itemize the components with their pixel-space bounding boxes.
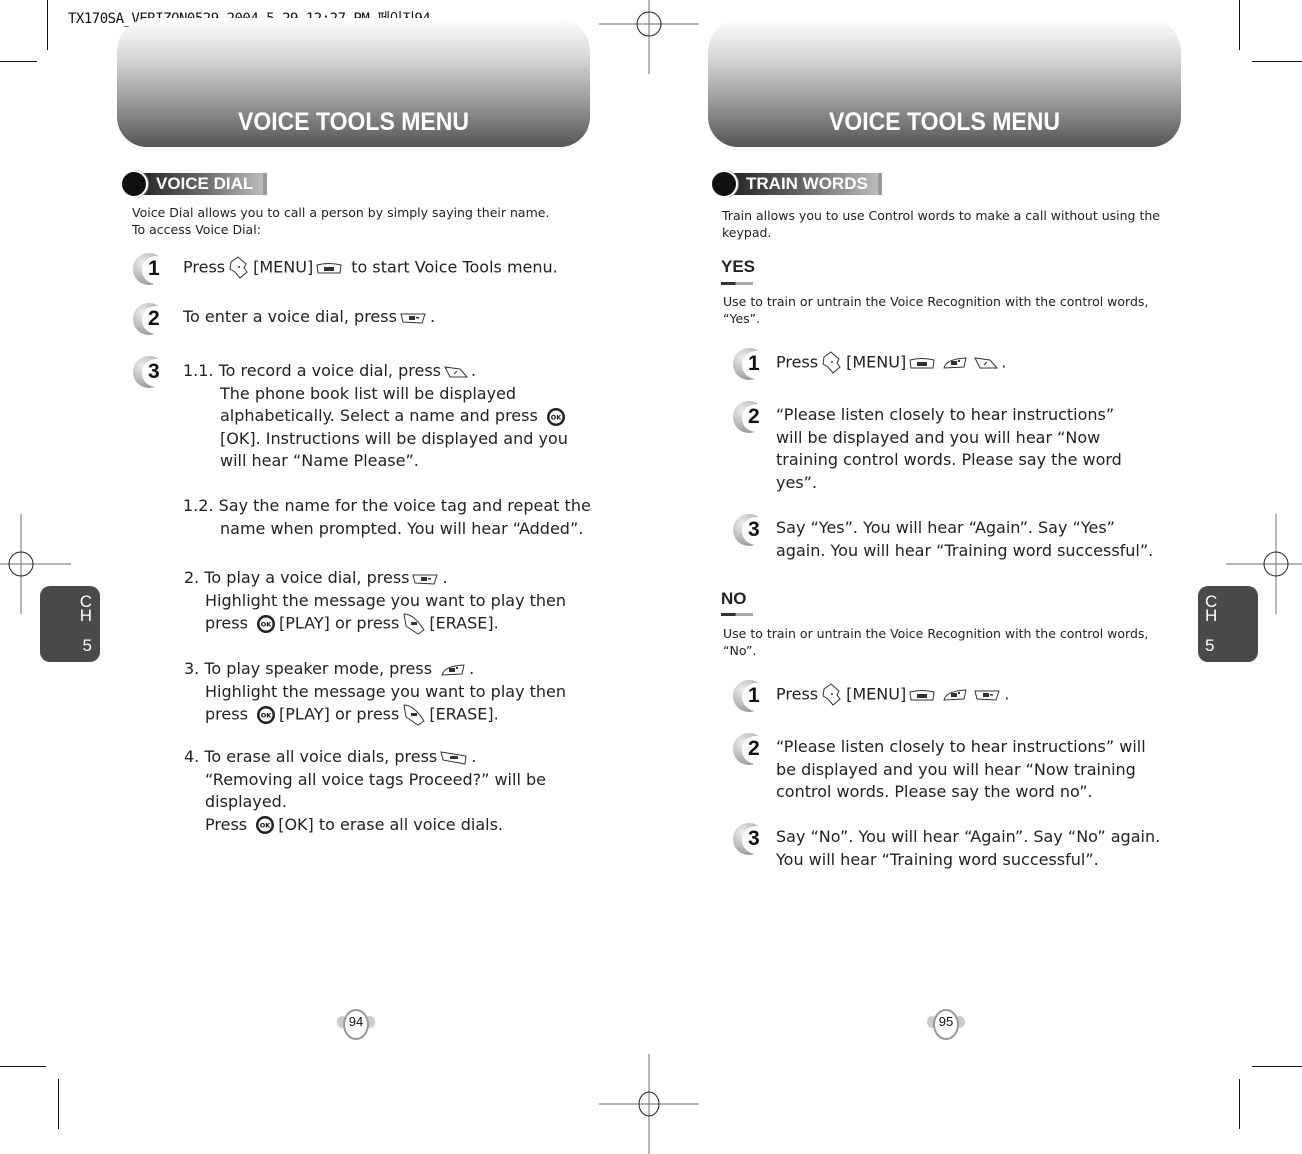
step-3: 3 — [133, 356, 170, 390]
menu-label: [MENU] — [253, 257, 314, 277]
step-number-badge: 2 — [133, 303, 170, 337]
step-2: 2 To enter a voice dial, press. — [133, 303, 435, 337]
yes-step-1: 1 Press [MENU]. — [733, 348, 1006, 382]
right-header-title: VOICE TOOLS MENU — [829, 108, 1060, 136]
clear-key-icon — [403, 613, 425, 635]
subheading-underline — [721, 613, 753, 616]
chapter-tab-left: C H 5 — [40, 586, 100, 662]
number-2-key-icon — [412, 574, 438, 584]
navigation-key-icon — [822, 351, 841, 374]
item-speaker-mode: 3. To play speaker mode, press . Highlig… — [184, 658, 624, 727]
number-2-key-icon — [400, 313, 426, 323]
no-step-3: 3 Say “No”. You will hear “Again”. Say “… — [733, 823, 1160, 871]
left-soft-key-icon — [316, 262, 342, 273]
registration-mark-bottom — [599, 1054, 699, 1154]
intro-line: To access Voice Dial: — [132, 222, 261, 237]
number-1-key-icon — [444, 366, 468, 377]
bullet-dot-icon — [120, 170, 148, 198]
no-step-1: 1 Press [MENU]. — [733, 680, 1009, 714]
step-number-badge: 1 — [733, 348, 770, 382]
navigation-key-icon — [229, 256, 248, 279]
step-number-badge: 1 — [733, 680, 770, 714]
number-1-key-icon — [974, 357, 998, 369]
no-step-2: 2 “Please listen closely to hear instruc… — [733, 733, 1146, 804]
section-tag-train-words: TRAIN WORDS — [710, 170, 882, 198]
yes-step-2: 2 “Please listen closely to hear instruc… — [733, 401, 1122, 494]
page-number-right: 95 — [925, 1008, 965, 1040]
step-text: To enter a voice dial, press — [183, 307, 397, 326]
subheading-underline — [721, 282, 753, 285]
subheading-no: NO — [721, 589, 747, 608]
step-number-badge: 3 — [733, 823, 770, 857]
left-header-title: VOICE TOOLS MENU — [238, 108, 469, 136]
item-play-voice-dial: 2. To play a voice dial, press. Highligh… — [184, 567, 624, 636]
speaker-key-icon — [943, 689, 967, 701]
intro-line: keypad. — [722, 225, 772, 240]
erase-key-icon — [440, 751, 467, 764]
ok-key-icon — [257, 615, 275, 633]
section-title: TRAIN WORDS — [728, 173, 882, 195]
page-number-left: 94 — [335, 1008, 375, 1040]
section-tag-voice-dial: VOICE DIAL — [120, 170, 268, 198]
step-1: 1 Press [MENU] to start Voice Tools menu. — [133, 253, 558, 287]
section-title: VOICE DIAL — [138, 173, 268, 195]
intro-line: Train allows you to use Control words to… — [722, 208, 1160, 223]
yes-step-3: 3 Say “Yes”. You will hear “Again”. Say … — [733, 514, 1153, 562]
step-number-badge: 2 — [733, 733, 770, 767]
step-number-badge: 3 — [133, 356, 170, 390]
right-header-banner: VOICE TOOLS MENU — [708, 18, 1181, 147]
step-text: Press — [183, 257, 226, 277]
number-2-key-icon — [974, 690, 1000, 701]
ok-key-icon — [256, 816, 275, 834]
step-number-badge: 2 — [733, 401, 770, 435]
step-number-badge: 3 — [733, 514, 770, 548]
ok-key-icon — [257, 706, 275, 724]
registration-mark-top — [599, 0, 699, 74]
left-soft-key-icon — [909, 689, 935, 700]
speaker-key-icon — [943, 357, 967, 369]
item-erase-all: 4. To erase all voice dials, press. “Rem… — [184, 747, 546, 834]
speaker-key-icon — [441, 664, 465, 675]
chapter-tab-right: C H 5 — [1198, 586, 1258, 662]
step-number-badge: 1 — [133, 253, 170, 287]
no-description: Use to train or untrain the Voice Recogn… — [723, 626, 1149, 658]
subheading-yes: YES — [721, 257, 756, 276]
navigation-key-icon — [822, 683, 841, 706]
left-soft-key-icon — [909, 357, 935, 368]
right-intro: Train allows you to use Control words to… — [722, 207, 1160, 241]
bullet-dot-icon — [710, 170, 738, 198]
left-intro: Voice Dial allows you to call a person b… — [132, 204, 549, 238]
left-header-banner: VOICE TOOLS MENU — [117, 18, 590, 147]
clear-key-icon — [403, 704, 425, 726]
step-3-text: 1.1. To record a voice dial, press. The … — [183, 361, 591, 538]
step-text: to start Voice Tools menu. — [351, 257, 558, 277]
yes-description: Use to train or untrain the Voice Recogn… — [723, 294, 1149, 326]
ok-key-icon — [546, 407, 565, 426]
intro-line: Voice Dial allows you to call a person b… — [132, 205, 550, 220]
